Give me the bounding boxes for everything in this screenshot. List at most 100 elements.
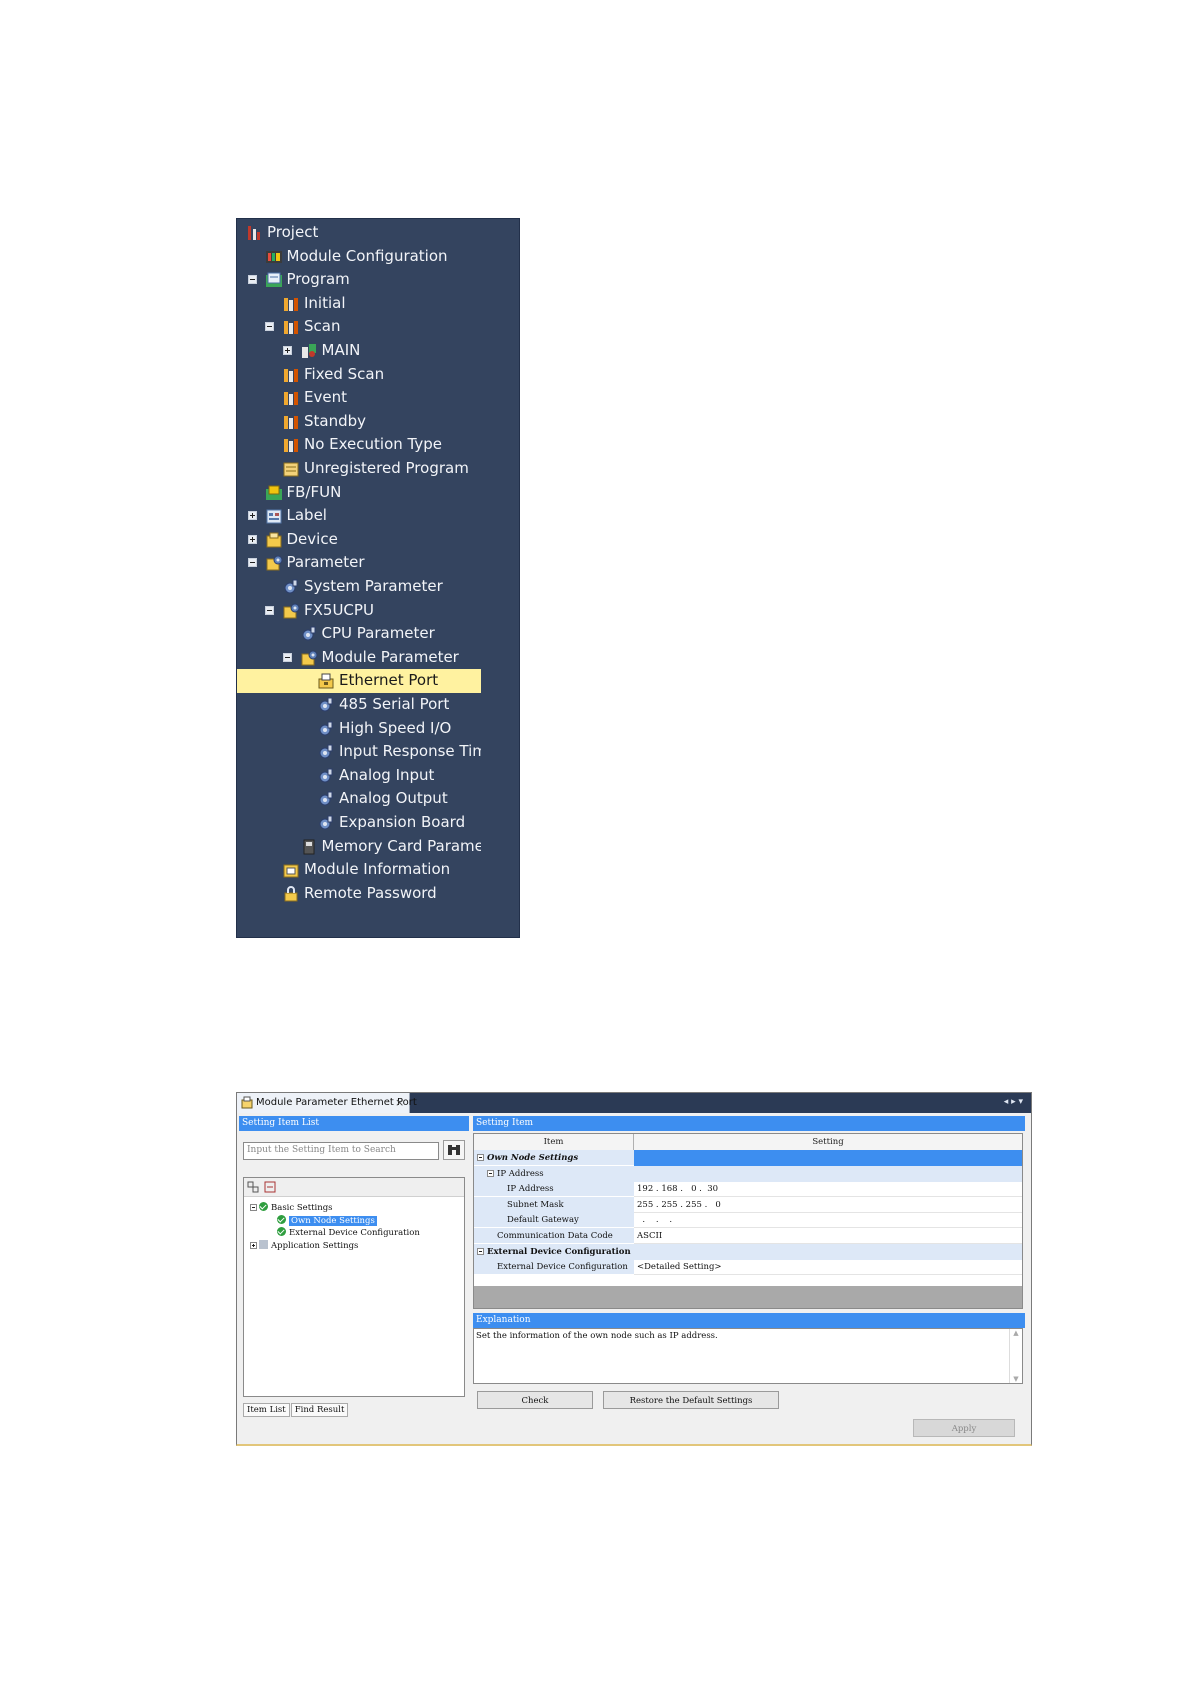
expand-icon[interactable]: [282, 346, 292, 355]
collapse-all-icon[interactable]: [264, 1181, 276, 1193]
tab-item-list[interactable]: Item List: [243, 1403, 290, 1417]
collapse-icon[interactable]: [265, 605, 274, 615]
program-folder-icon: [284, 321, 298, 335]
grid-item-label: Subnet Mask: [507, 1199, 564, 1210]
tree-item-485-serial-port[interactable]: 485 Serial Port: [237, 693, 519, 717]
setting-tree-item[interactable]: Own Node Settings: [268, 1214, 377, 1227]
tree-item-parameter[interactable]: Parameter: [237, 551, 519, 575]
settings-folder-icon: [259, 1239, 268, 1249]
grid-cell-setting: [634, 1165, 1022, 1182]
tree-item-input-response-time[interactable]: Input Response Time: [237, 740, 519, 764]
grid-row[interactable]: External Device Configuration <Detailed S…: [474, 1259, 1022, 1276]
grid-item-label: IP Address: [507, 1184, 554, 1195]
tree-item-label: Analog Output: [339, 789, 448, 808]
search-input[interactable]: Input the Setting Item to Search: [243, 1142, 439, 1160]
setting-tree-label: External Device Configuration: [289, 1228, 420, 1238]
tree-item-project[interactable]: Project: [237, 221, 519, 245]
grid-cell-setting[interactable]: <Detailed Setting>: [634, 1259, 1022, 1276]
setting-item-header: Setting Item: [473, 1116, 1025, 1131]
tree-item-module-parameter[interactable]: Module Parameter: [237, 646, 519, 670]
scroll-up-icon[interactable]: ▲: [1010, 1329, 1022, 1337]
left-pane-tabs: Item List Find Result: [243, 1403, 349, 1417]
tab-navigation-icon[interactable]: ◂ ▸ ▾: [1004, 1097, 1023, 1107]
tree-item-analog-input[interactable]: Analog Input: [237, 764, 519, 788]
tree-item-ethernet-port[interactable]: Ethernet Port: [237, 669, 519, 694]
apply-button[interactable]: Apply: [913, 1419, 1015, 1437]
setting-grid: Item Setting Own Node Settings IP Address…: [473, 1133, 1023, 1309]
program-folder-icon: [284, 415, 298, 429]
tree-item-remote-password[interactable]: Remote Password: [237, 882, 519, 906]
grid-row[interactable]: Communication Data Code ASCII: [474, 1228, 1022, 1244]
grid-row[interactable]: Default Gateway . . .: [474, 1212, 1022, 1229]
restore-default-settings-button[interactable]: Restore the Default Settings: [603, 1391, 779, 1409]
tree-item-main[interactable]: MAIN: [237, 339, 519, 363]
tree-item-label: 485 Serial Port: [339, 695, 450, 713]
tree-item-memory-card-parameter[interactable]: Memory Card Parameter: [237, 835, 519, 859]
expand-all-icon[interactable]: [247, 1181, 259, 1193]
remote-password-icon: [284, 885, 298, 902]
tree-item-module-information[interactable]: Module Information: [237, 858, 519, 882]
tree-item-label: Unregistered Program: [304, 459, 469, 477]
collapse-icon[interactable]: [477, 1154, 484, 1161]
tab-module-parameter-ethernet-port[interactable]: Module Parameter Ethernet Port ×: [237, 1093, 417, 1113]
grid-cell-setting[interactable]: . . .: [634, 1212, 1022, 1229]
tree-item-label: Module Parameter: [321, 647, 459, 666]
tree-item-fx5ucpu[interactable]: FX5UCPU: [237, 599, 519, 623]
grid-cell-setting[interactable]: 192 . 168 . 0 . 30: [634, 1181, 1022, 1198]
check-button[interactable]: Check: [477, 1391, 593, 1409]
setting-tree-label: Application Settings: [271, 1240, 359, 1251]
tree-item-event[interactable]: Event: [237, 386, 519, 410]
tab-find-result[interactable]: Find Result: [290, 1403, 349, 1417]
collapse-icon[interactable]: [247, 275, 257, 285]
grid-item-label: Default Gateway: [507, 1215, 579, 1226]
collapse-icon[interactable]: [265, 322, 274, 332]
binoculars-icon: [448, 1145, 460, 1155]
search-button[interactable]: [443, 1140, 465, 1160]
expand-icon[interactable]: [247, 511, 257, 521]
tree-item-label[interactable]: Label: [237, 504, 519, 528]
tree-item-label: Initial: [304, 293, 346, 312]
check-icon: [277, 1214, 286, 1224]
grid-row[interactable]: Subnet Mask 255 . 255 . 255 . 0: [474, 1196, 1022, 1213]
explanation-scrollbar[interactable]: ▲ ▼: [1009, 1329, 1022, 1383]
expand-icon[interactable]: [250, 1241, 257, 1249]
tree-item-standby[interactable]: Standby: [237, 410, 519, 434]
tree-item-no-execution-type[interactable]: No Execution Type: [237, 433, 519, 457]
grid-row[interactable]: IP Address: [474, 1165, 1022, 1182]
explanation-header: Explanation: [473, 1313, 1025, 1328]
collapse-icon[interactable]: [282, 652, 292, 662]
tree-item-scan[interactable]: Scan: [237, 315, 519, 339]
close-icon[interactable]: ×: [395, 1096, 404, 1109]
tree-item-system-parameter[interactable]: System Parameter: [237, 575, 519, 599]
collapse-icon[interactable]: [487, 1169, 494, 1177]
tree-item-label: Module Configuration: [286, 246, 448, 265]
tree-item-module-configuration[interactable]: Module Configuration: [237, 245, 519, 269]
tree-item-device[interactable]: Device: [237, 528, 519, 552]
check-icon: [277, 1227, 286, 1236]
tree-item-cpu-parameter[interactable]: CPU Parameter: [237, 622, 519, 646]
setting-tree-item[interactable]: External Device Configuration: [268, 1227, 420, 1239]
scroll-down-icon[interactable]: ▼: [1010, 1375, 1022, 1383]
tree-item-fixed-scan[interactable]: Fixed Scan: [237, 363, 519, 387]
tree-item-high-speed-i-o[interactable]: High Speed I/O: [237, 717, 519, 741]
tree-item-fb-fun[interactable]: FB/FUN: [237, 481, 519, 505]
collapse-icon[interactable]: [250, 1204, 257, 1211]
tree-item-program[interactable]: Program: [237, 268, 519, 292]
tree-item-label: Program: [286, 270, 350, 289]
tree-item-analog-output[interactable]: Analog Output: [237, 787, 519, 811]
tree-item-unregistered-program[interactable]: Unregistered Program: [237, 457, 519, 481]
grid-cell-setting[interactable]: ASCII: [634, 1228, 1022, 1244]
expand-icon[interactable]: [247, 534, 257, 544]
collapse-icon[interactable]: [247, 558, 257, 568]
grid-row[interactable]: IP Address 192 . 168 . 0 . 30: [474, 1181, 1022, 1198]
grid-row[interactable]: Own Node Settings: [474, 1150, 1022, 1166]
tree-item-initial[interactable]: Initial: [237, 292, 519, 316]
tree-item-expansion-board[interactable]: Expansion Board: [237, 811, 519, 835]
setting-tree-item[interactable]: Application Settings: [250, 1239, 359, 1252]
project-icon: [248, 226, 260, 240]
grid-cell-setting[interactable]: 255 . 255 . 255 . 0: [634, 1197, 1022, 1213]
grid-row[interactable]: External Device Configuration: [474, 1243, 1022, 1260]
collapse-icon[interactable]: [477, 1247, 484, 1255]
setting-tree-item[interactable]: Basic Settings: [250, 1202, 333, 1214]
program-icon: [265, 272, 282, 288]
